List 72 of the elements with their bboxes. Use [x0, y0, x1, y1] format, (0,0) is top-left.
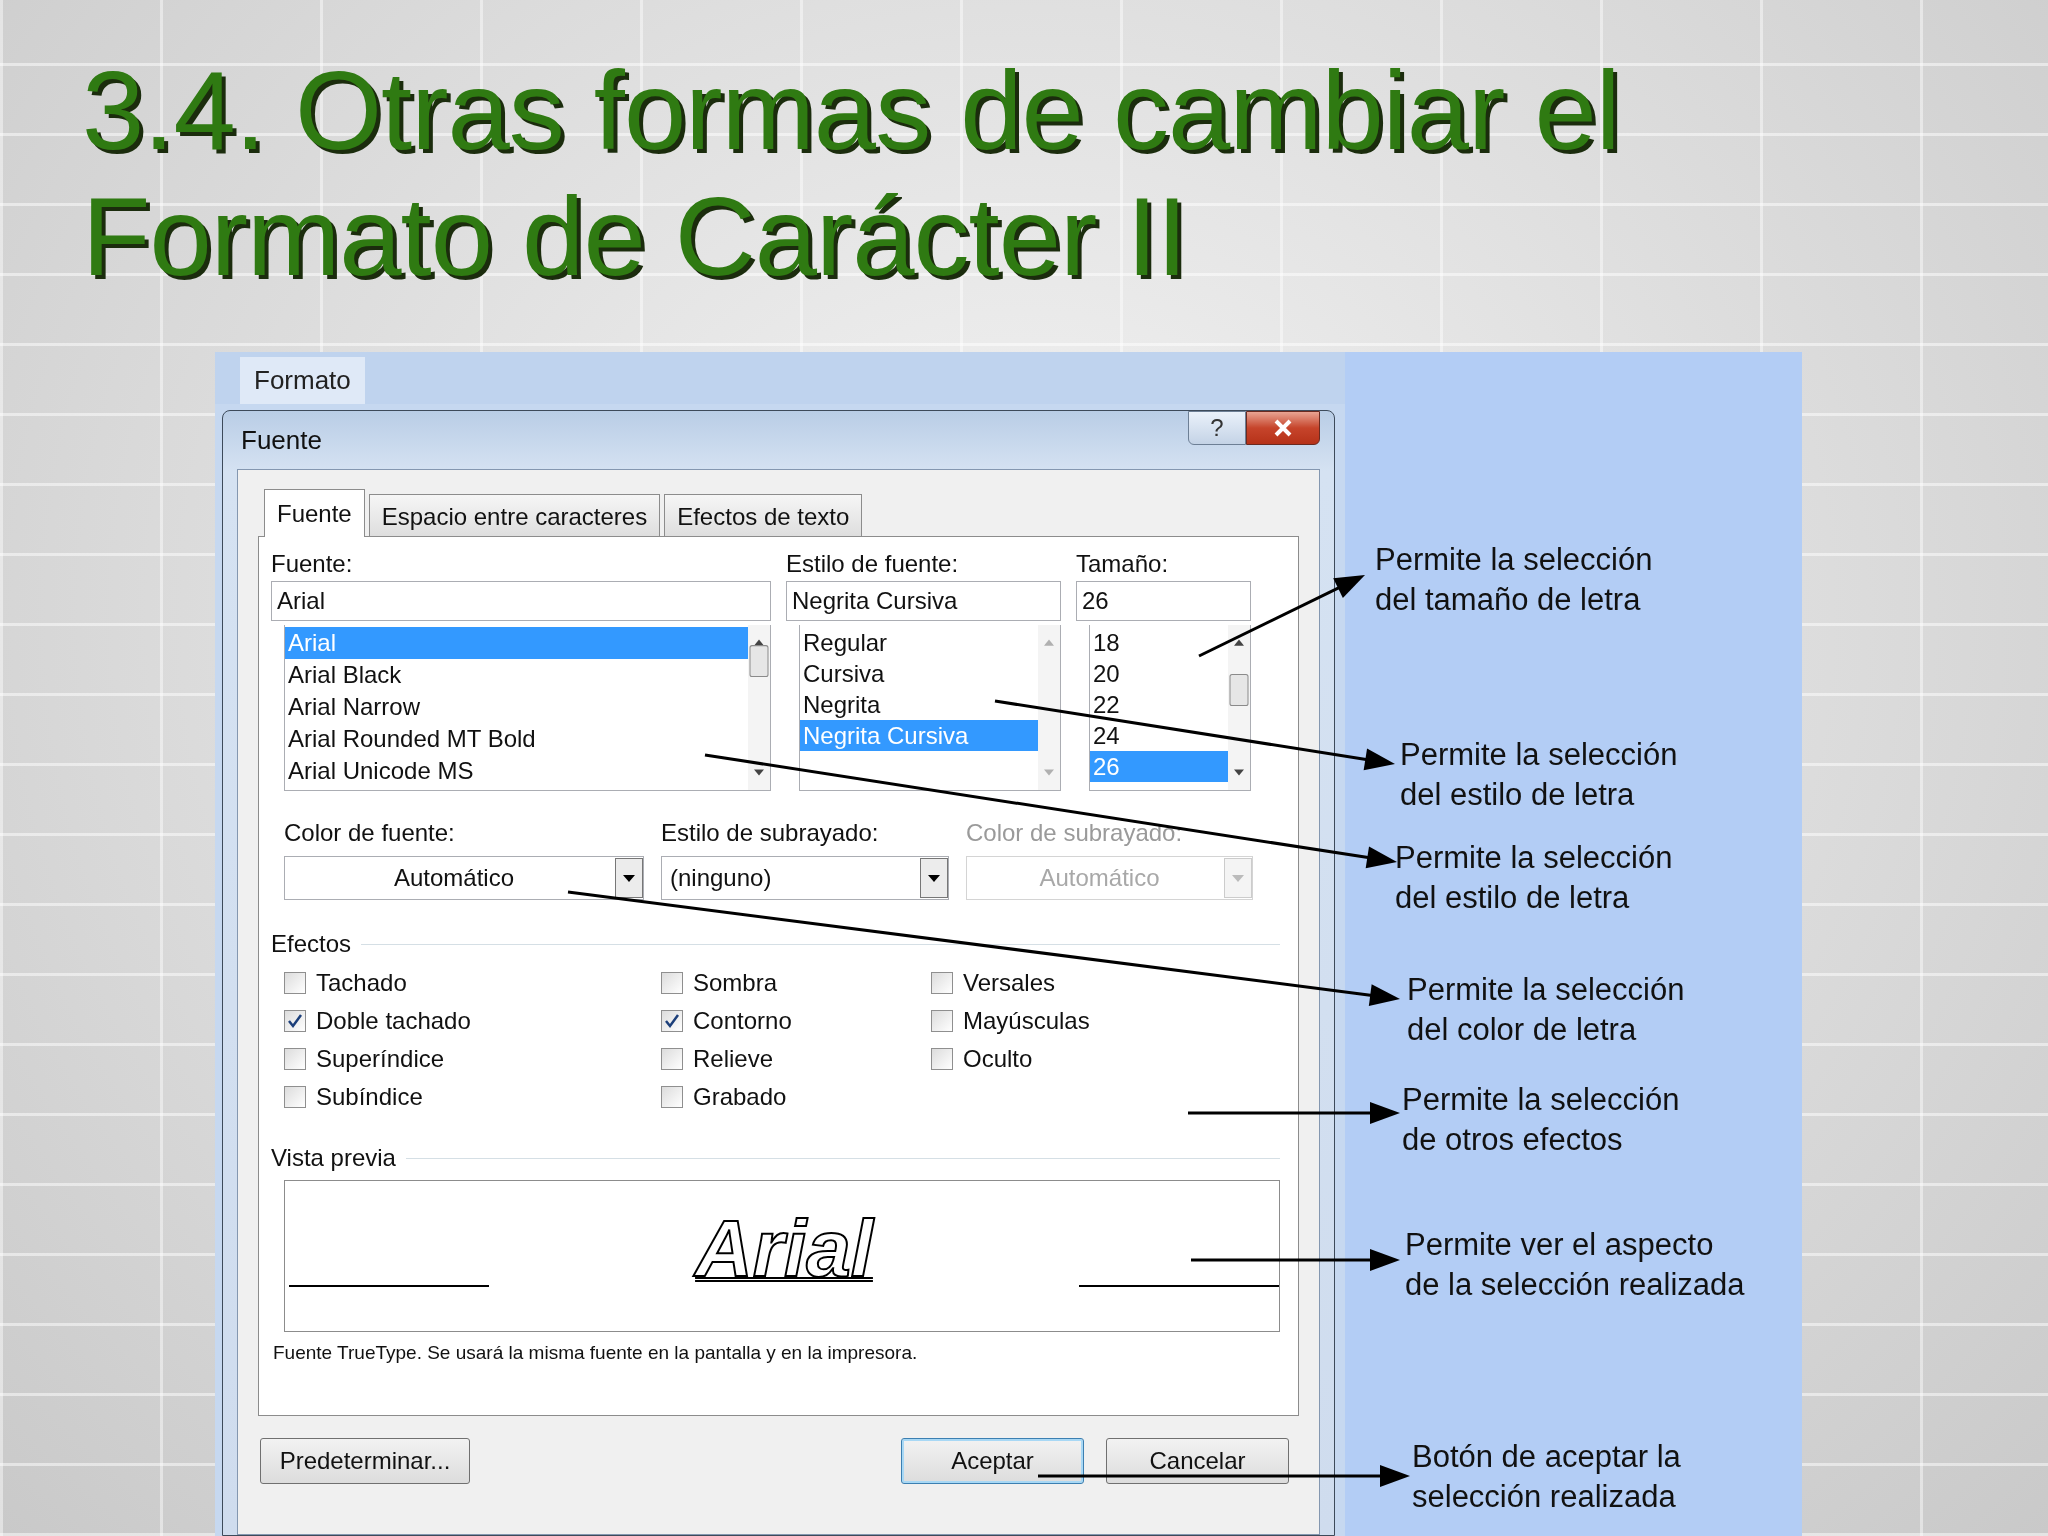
checkbox-label: Grabado	[693, 1083, 787, 1111]
group-label: Vista previa	[271, 1144, 396, 1172]
checkbox[interactable]	[284, 1010, 306, 1032]
dialog-button[interactable]: Predeterminar...	[260, 1438, 470, 1484]
annotation-text: Permite la selección de otros efectos	[1402, 1081, 1680, 1159]
field-label: Tamaño:	[1076, 549, 1170, 579]
checkbox[interactable]	[661, 1086, 683, 1108]
checkbox[interactable]	[931, 1010, 953, 1032]
checkbox[interactable]	[931, 972, 953, 994]
list-item[interactable]: 22	[1090, 689, 1228, 720]
checkbox[interactable]	[661, 1010, 683, 1032]
list-item[interactable]: Arial Narrow	[285, 691, 748, 723]
caret-icon	[1224, 858, 1252, 898]
dropdown[interactable]: Automático	[284, 856, 644, 900]
scrollbar[interactable]	[1228, 625, 1250, 790]
field-label: Estilo de fuente:	[786, 549, 960, 579]
dropdown[interactable]: (ninguno)	[661, 856, 949, 900]
list-item[interactable]: Arial Black	[285, 659, 748, 691]
field-label: Fuente:	[271, 549, 354, 579]
list-item[interactable]: 18	[1090, 627, 1228, 658]
checkbox[interactable]	[661, 1048, 683, 1070]
list-item[interactable]: Cursiva	[800, 658, 1038, 689]
input-field[interactable]: Negrita Cursiva	[786, 581, 1061, 621]
tab[interactable]: Espacio entre caracteres	[368, 494, 661, 536]
help-button[interactable]: ?	[1188, 411, 1246, 445]
checkbox[interactable]	[284, 1086, 306, 1108]
list-item[interactable]: 20	[1090, 658, 1228, 689]
checkbox[interactable]	[284, 1048, 306, 1070]
slide-title: 3.4. Otras formas de cambiar el Formato de Carácter II	[81, 47, 1621, 301]
scrollbar[interactable]	[748, 625, 770, 790]
menu-tab[interactable]: Formato	[240, 357, 365, 404]
annotation-text: Permite la selección del estilo de letra	[1395, 839, 1673, 917]
checkbox-label: Oculto	[963, 1045, 1033, 1073]
annotation-text: Permite ver el aspecto de la selección realizada	[1405, 1226, 1745, 1304]
checkbox-label: Relieve	[693, 1045, 774, 1073]
checkbox-label: Mayúsculas	[963, 1007, 1090, 1035]
list-item[interactable]: Regular	[800, 627, 1038, 658]
checkbox-label: Tachado	[316, 969, 407, 997]
dialog-button[interactable]: Cancelar	[1106, 1438, 1289, 1484]
checkbox[interactable]	[284, 972, 306, 994]
caret-icon	[615, 858, 643, 898]
close-button[interactable]	[1246, 411, 1320, 445]
checkbox-label: Doble tachado	[316, 1007, 471, 1035]
checkbox-label: Superíndice	[316, 1045, 445, 1073]
list-item[interactable]: Arial Unicode MS	[285, 755, 748, 787]
group-label: Efectos	[271, 930, 352, 958]
tab[interactable]: Efectos de texto	[664, 494, 863, 536]
checkbox[interactable]	[661, 972, 683, 994]
checkbox-label: Contorno	[693, 1007, 792, 1035]
tab[interactable]: Fuente	[264, 489, 365, 537]
annotation-text: Permite la selección del color de letra	[1407, 971, 1685, 1049]
list-item[interactable]: Arial Rounded MT Bold	[285, 723, 748, 755]
input-field[interactable]: 26	[1076, 581, 1251, 621]
field-label: Estilo de subrayado:	[661, 818, 880, 848]
close-icon	[1272, 419, 1294, 437]
caret-icon	[920, 858, 948, 898]
annotation-text: Botón de aceptar la selección realizada	[1412, 1438, 1681, 1516]
annotation-text: Permite la selección del tamaño de letra	[1375, 541, 1653, 619]
annotation-text: Permite la selección del estilo de letra	[1400, 736, 1678, 814]
dialog-button[interactable]: Aceptar	[901, 1438, 1084, 1484]
checkbox-label: Sombra	[693, 969, 778, 997]
checkbox[interactable]	[931, 1048, 953, 1070]
note-text: Fuente TrueType. Se usará la misma fuente en la pantalla y en la impresora.	[273, 1342, 919, 1364]
field-label: Color de subrayado:	[966, 818, 1184, 848]
scrollbar[interactable]	[1038, 625, 1060, 790]
checkbox-label: Versales	[963, 969, 1056, 997]
field-label: Color de fuente:	[284, 818, 456, 848]
input-field[interactable]: Arial	[271, 581, 771, 621]
list-item[interactable]: 24	[1090, 720, 1228, 751]
checkbox-label: Subíndice	[316, 1083, 423, 1111]
window-title: Fuente	[240, 424, 322, 456]
list-item[interactable]: Negrita	[800, 689, 1038, 720]
